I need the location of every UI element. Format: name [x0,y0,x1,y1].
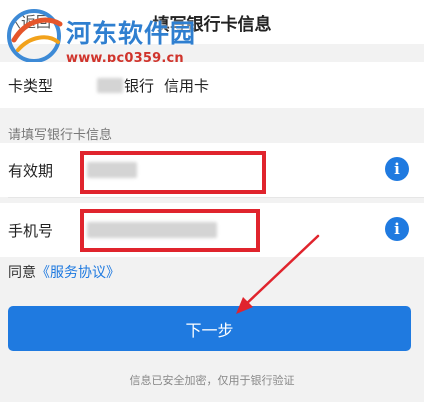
bank-name-redacted [97,77,124,93]
bank-name-suffix: 银行 [124,76,155,95]
watermark: 河东软件园 www.pc0359.cn [4,6,219,66]
security-note: 信息已安全加密，仅用于银行验证 [129,374,295,387]
card-type-label: 卡类型 [8,76,54,95]
agreement-prefix: 同意 [8,265,36,281]
divider [8,197,424,198]
service-agreement-link[interactable]: 《服务协议》 [36,265,120,281]
expiry-info-icon[interactable]: i [385,157,409,181]
expiry-label: 有效期 [8,161,54,180]
phone-info-icon[interactable]: i [385,217,409,241]
expiry-highlight-box [80,151,266,194]
section-label: 请填写银行卡信息 [8,128,113,143]
phone-label: 手机号 [8,221,54,240]
watermark-brand: 河东软件园 [66,19,197,48]
next-button[interactable]: 下一步 [8,306,411,351]
card-type-row: 卡类型 银行 信用卡 [0,62,424,108]
phone-highlight-box [80,209,260,252]
watermark-logo-icon [7,9,63,63]
agreement-text: 同意《服务协议》 [8,262,120,282]
card-kind: 信用卡 [164,76,210,95]
